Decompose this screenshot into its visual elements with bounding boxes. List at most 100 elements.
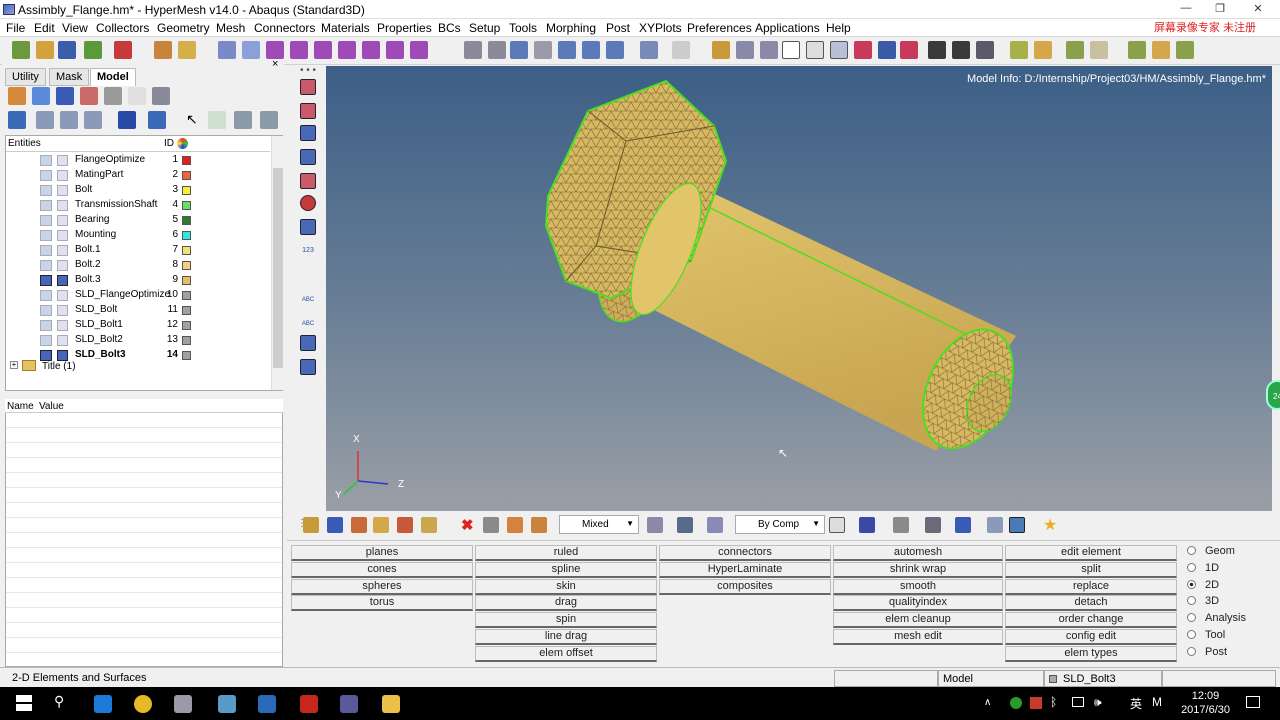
panel-button-cones[interactable]: cones bbox=[291, 561, 473, 578]
title-row[interactable]: Title (1) bbox=[42, 361, 76, 372]
display-solid-icon[interactable] bbox=[118, 111, 136, 129]
display-toggle-icon[interactable] bbox=[40, 155, 52, 166]
display-toggle-icon[interactable] bbox=[40, 185, 52, 196]
component-icon[interactable] bbox=[57, 260, 68, 271]
display-toggle-icon[interactable] bbox=[40, 290, 52, 301]
row-color-swatch[interactable] bbox=[182, 246, 191, 255]
menu-file[interactable]: File bbox=[6, 21, 25, 35]
copy-icon[interactable] bbox=[1034, 41, 1052, 59]
panel-button-smooth[interactable]: smooth bbox=[833, 578, 1003, 595]
select-icon[interactable] bbox=[647, 517, 663, 533]
display-toggle-icon[interactable] bbox=[40, 200, 52, 211]
shaded-edges-icon[interactable] bbox=[830, 41, 848, 59]
tree-row[interactable]: Bearing 5 bbox=[6, 213, 270, 228]
isolate-icon[interactable] bbox=[373, 517, 389, 533]
tree-expand-icon[interactable] bbox=[36, 111, 54, 129]
row-color-swatch[interactable] bbox=[182, 261, 191, 270]
numbers-icon[interactable]: 123 bbox=[300, 241, 316, 257]
tree-row[interactable]: FlangeOptimize 1 bbox=[6, 153, 270, 168]
tray-up-icon[interactable]: ∧ bbox=[984, 697, 991, 708]
network-icon[interactable] bbox=[1072, 697, 1084, 707]
display-toggle-icon[interactable] bbox=[40, 320, 52, 331]
panel-button-config-edit[interactable]: config edit bbox=[1005, 629, 1177, 645]
view-xz-icon[interactable] bbox=[314, 41, 332, 59]
labels-icon[interactable]: ABC bbox=[300, 289, 316, 305]
menu-setup[interactable]: Setup bbox=[469, 21, 500, 35]
component-icon[interactable] bbox=[57, 200, 68, 211]
display-style-icon[interactable] bbox=[955, 517, 971, 533]
free-edges-icon[interactable] bbox=[300, 195, 316, 211]
radio-1d[interactable]: 1D bbox=[1187, 562, 1219, 574]
geometry-icon[interactable] bbox=[483, 517, 499, 533]
view-xy-icon[interactable] bbox=[266, 41, 284, 59]
display-toggle-icon[interactable] bbox=[40, 215, 52, 226]
tree-row[interactable]: Bolt.3 9 bbox=[6, 273, 270, 288]
card-icon[interactable] bbox=[976, 41, 994, 59]
export-options-icon[interactable] bbox=[1090, 41, 1108, 59]
row-color-swatch[interactable] bbox=[182, 156, 191, 165]
hand-pan-icon[interactable] bbox=[534, 41, 552, 59]
tree-filter-icon[interactable] bbox=[84, 111, 102, 129]
reverse-icon[interactable] bbox=[208, 111, 226, 129]
solid-icon[interactable] bbox=[300, 149, 316, 165]
organize-icon[interactable] bbox=[1010, 41, 1028, 59]
mesh-shaded-icon[interactable] bbox=[878, 41, 896, 59]
tab-mask[interactable]: Mask bbox=[49, 68, 90, 86]
menu-post[interactable]: Post bbox=[606, 21, 630, 35]
export-icon[interactable] bbox=[114, 41, 132, 59]
mesh-edit-icon[interactable] bbox=[300, 335, 316, 351]
assembly-view-icon[interactable] bbox=[32, 87, 50, 105]
panel-button-automesh[interactable]: automesh bbox=[833, 545, 1003, 561]
tree-scrollbar[interactable] bbox=[271, 136, 283, 390]
start-icon[interactable] bbox=[16, 695, 32, 711]
midsurface-icon[interactable] bbox=[507, 517, 523, 533]
monitor-icon[interactable] bbox=[1009, 517, 1025, 533]
display-toggle-icon[interactable] bbox=[40, 275, 52, 286]
rotate-icon[interactable] bbox=[606, 41, 624, 59]
row-color-swatch[interactable] bbox=[182, 216, 191, 225]
shaded-box-icon[interactable] bbox=[806, 41, 824, 59]
menu-applications[interactable]: Applications bbox=[755, 21, 820, 35]
surface-icon[interactable] bbox=[677, 517, 693, 533]
row-color-swatch[interactable] bbox=[182, 306, 191, 315]
row-color-swatch[interactable] bbox=[182, 231, 191, 240]
weight-icon[interactable] bbox=[760, 41, 778, 59]
favorites-star-icon[interactable]: ★ bbox=[1043, 515, 1057, 535]
ime-indicator[interactable]: 英 bbox=[1130, 695, 1142, 712]
row-color-swatch[interactable] bbox=[182, 291, 191, 300]
run-icon[interactable] bbox=[1176, 41, 1194, 59]
panel-button-line-drag[interactable]: line drag bbox=[475, 629, 657, 645]
hide-icon[interactable] bbox=[351, 517, 367, 533]
ime-mode[interactable]: M bbox=[1152, 695, 1162, 709]
row-color-swatch[interactable] bbox=[182, 171, 191, 180]
panel-button-shrink-wrap[interactable]: shrink wrap bbox=[833, 561, 1003, 578]
name-value-table[interactable] bbox=[5, 413, 283, 667]
component-icon[interactable] bbox=[300, 79, 316, 95]
chrome-icon[interactable] bbox=[134, 695, 152, 713]
save-icon[interactable] bbox=[58, 41, 76, 59]
pan-cross-icon[interactable] bbox=[510, 41, 528, 59]
radio-post[interactable]: Post bbox=[1187, 646, 1227, 658]
normals-icon[interactable] bbox=[300, 219, 316, 235]
import-geometry-icon[interactable] bbox=[84, 41, 102, 59]
sum-icon[interactable] bbox=[928, 41, 946, 59]
cursor-options-icon[interactable] bbox=[987, 517, 1003, 533]
folder-export-icon[interactable] bbox=[1152, 41, 1170, 59]
panel-button-drag[interactable]: drag bbox=[475, 595, 657, 612]
shaded-mesh-icon[interactable] bbox=[859, 517, 875, 533]
panel-button-ruled[interactable]: ruled bbox=[475, 545, 657, 561]
show-one-icon[interactable] bbox=[260, 111, 278, 129]
panel-button-elem-cleanup[interactable]: elem cleanup bbox=[833, 612, 1003, 629]
measure-icon[interactable] bbox=[712, 41, 730, 59]
view-iso-icon[interactable] bbox=[410, 41, 428, 59]
menu-morphing[interactable]: Morphing bbox=[546, 21, 596, 35]
user-icon[interactable] bbox=[154, 41, 172, 59]
label-red-icon[interactable]: ABC bbox=[300, 313, 316, 329]
color-by-dropdown[interactable]: By Comp ▼ bbox=[735, 515, 825, 534]
ruler-icon[interactable] bbox=[736, 41, 754, 59]
bluetooth-icon[interactable]: ᛒ bbox=[1050, 695, 1057, 709]
display-toggle-icon[interactable] bbox=[40, 230, 52, 241]
sum-report-icon[interactable] bbox=[1128, 41, 1146, 59]
radio-tool[interactable]: Tool bbox=[1187, 629, 1225, 641]
show-plus-icon[interactable] bbox=[234, 111, 252, 129]
